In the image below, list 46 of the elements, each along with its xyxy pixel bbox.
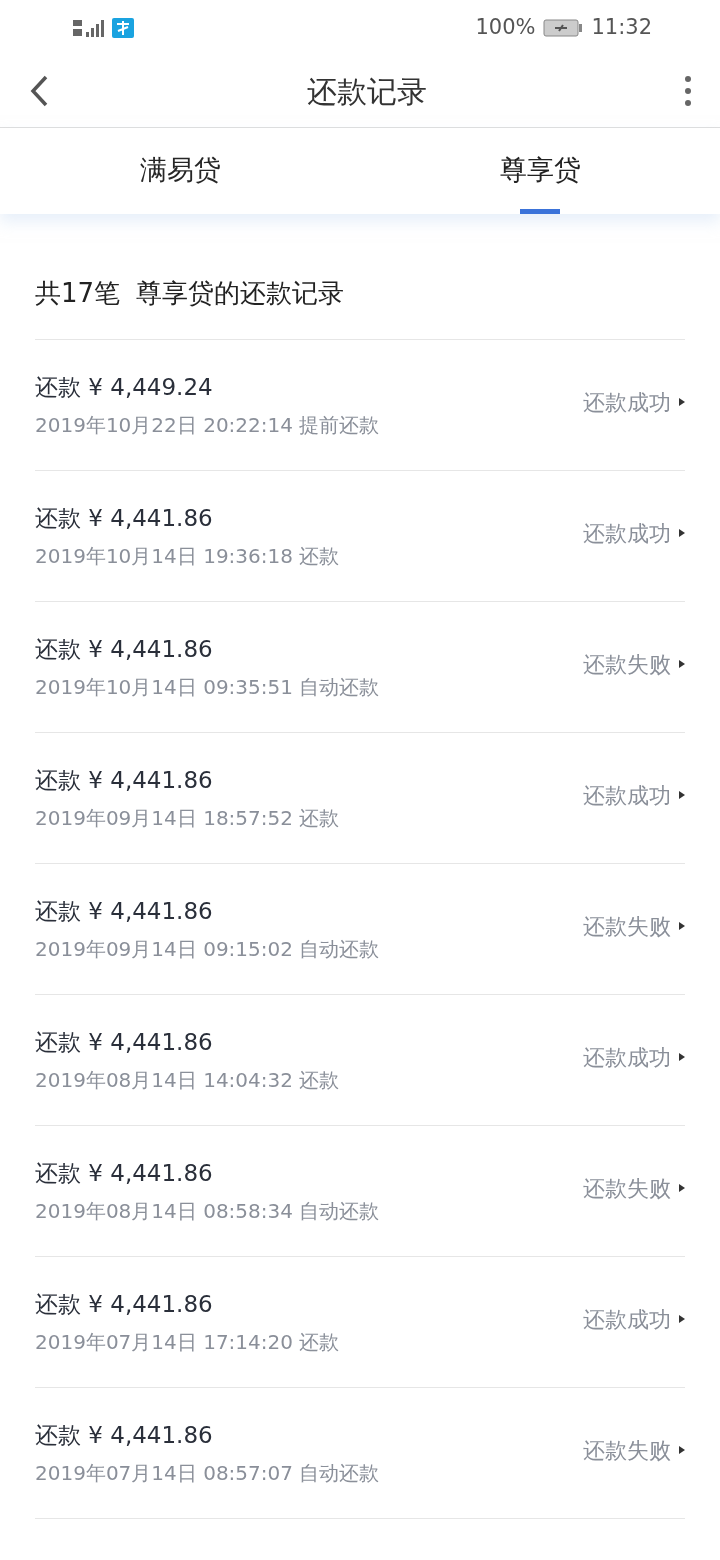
repayment-amount: 还款 ¥ 4,441.86 [35,1027,214,1057]
triangle-icon [679,922,685,930]
battery-percent: 100% [475,13,536,41]
battery-charging-icon [543,18,584,37]
repayment-amount: 还款 ¥ 4,441.86 [35,634,214,664]
triangle-icon [679,398,685,406]
loan-tab[interactable]: 尊享贷 [360,128,720,214]
repayment-amount: 还款 ¥ 4,441.86 [35,503,214,533]
repayment-time: 2019年10月22日 20:22:14 提前还款 [35,412,380,440]
status-link[interactable]: 还款失败 [583,1433,685,1467]
repayment-amount: 还款 ¥ 4,441.86 [35,1289,214,1319]
triangle-icon [679,660,685,668]
triangle-icon [679,1053,685,1061]
page-title: 还款记录 [307,72,427,111]
repayment-time: 2019年09月14日 18:57:52 还款 [35,805,340,833]
triangle-icon [679,1446,685,1454]
repayment-amount: 还款 ¥ 4,449.24 [35,372,214,402]
repayment-amount: 还款 ¥ 4,441.86 [35,1420,214,1450]
repayment-time: 2019年08月14日 14:04:32 还款 [35,1067,340,1095]
loan-tab[interactable]: 满易贷 [0,128,360,214]
app-notification-icon [112,17,134,38]
status-link[interactable]: 还款失败 [583,1171,685,1205]
status-link[interactable]: 还款成功 [583,385,685,419]
repayment-amount: 还款 ¥ 4,441.86 [35,896,214,926]
status-link[interactable]: 还款失败 [583,909,685,943]
clock-time: 11:32 [591,13,652,41]
repayment-amount: 还款 ¥ 4,441.86 [35,765,214,795]
triangle-icon [679,529,685,537]
repayment-time: 2019年10月14日 09:35:51 自动还款 [35,674,380,702]
repayment-time: 2019年08月14日 08:58:34 自动还款 [35,1198,380,1226]
status-link[interactable]: 还款成功 [583,1040,685,1074]
repayment-time: 2019年07月14日 17:14:20 还款 [35,1329,340,1357]
record-count: 共17笔 [35,277,121,310]
triangle-icon [679,791,685,799]
repayment-time: 2019年07月14日 08:57:07 自动还款 [35,1460,380,1488]
status-link[interactable]: 还款成功 [583,516,685,550]
triangle-icon [679,1315,685,1323]
status-link[interactable]: 还款失败 [583,647,685,681]
repayment-time: 2019年09月14日 09:15:02 自动还款 [35,936,380,964]
status-link[interactable]: 还款成功 [583,1302,685,1336]
triangle-icon [679,1184,685,1192]
status-link[interactable]: 还款成功 [583,778,685,812]
repayment-amount: 还款 ¥ 4,441.86 [35,1158,214,1188]
signal-icon [72,17,106,38]
repayment-time: 2019年10月14日 19:36:18 还款 [35,543,340,571]
summary-title: 尊享贷的还款记录 [136,277,345,310]
